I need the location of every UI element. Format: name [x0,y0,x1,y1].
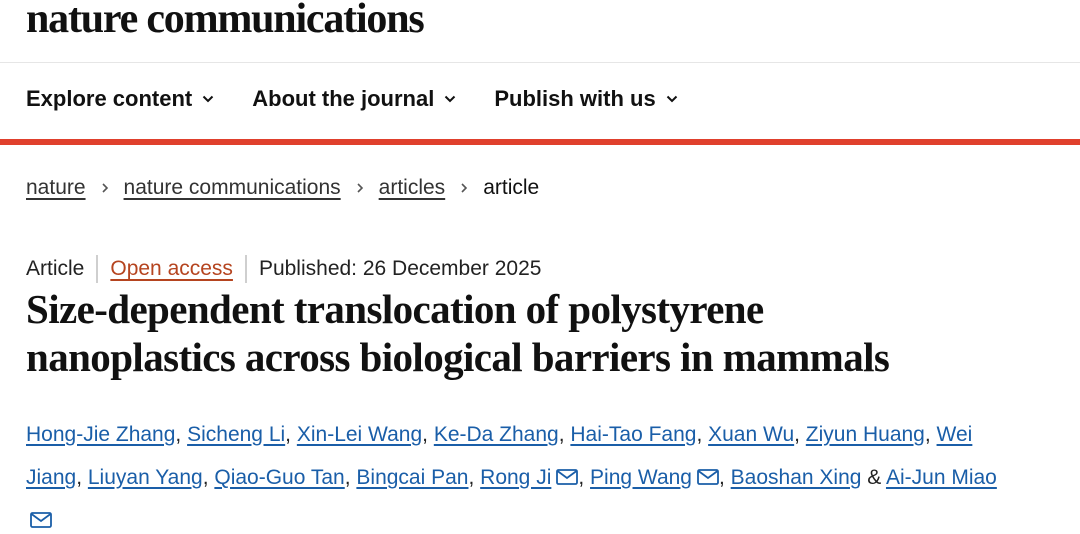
author-separator: , [696,423,709,446]
open-access-link[interactable]: Open access [110,257,233,281]
accent-rule [0,139,1080,145]
breadcrumb: nature nature communications articles ar… [26,176,539,200]
chevron-down-icon [666,95,677,103]
nav-explore-content[interactable]: Explore content [26,86,214,112]
nav-about-journal[interactable]: About the journal [252,86,456,112]
author-separator: , [175,423,188,446]
article-type: Article [26,257,85,280]
author-link[interactable]: Hai-Tao Fang [570,423,696,446]
envelope-icon[interactable] [556,469,579,485]
author-separator: , [718,466,731,489]
author-separator: , [794,423,806,446]
author-link[interactable]: Rong Ji [480,466,551,489]
author-separator: , [468,466,481,489]
author-separator: , [578,466,591,489]
header: nature communications [26,0,425,62]
nav-label: Explore content [26,86,193,111]
article-meta: Article Open access Published: 26 Decemb… [26,255,541,283]
author-link[interactable]: Ai-Jun Miao [886,466,997,489]
header-divider [0,62,1080,63]
author-link[interactable]: Ping Wang [590,466,692,489]
breadcrumb-articles[interactable]: articles [379,176,446,200]
nav-publish-with-us[interactable]: Publish with us [494,86,677,112]
chevron-down-icon [203,95,214,103]
meta-divider [244,255,247,283]
author-list: Hong-Jie Zhang, Sicheng Li, Xin-Lei Wang… [26,413,1071,534]
author-link[interactable]: Hong-Jie Zhang [26,423,175,446]
author-link-wei[interactable]: Wei [937,423,973,446]
breadcrumb-nature-communications[interactable]: nature communications [124,176,341,200]
envelope-icon[interactable] [697,469,719,485]
breadcrumb-current: article [483,176,540,199]
author-link-jiang[interactable]: Jiang [26,466,76,489]
author-link[interactable]: Bingcai Pan [356,466,468,489]
author-separator: , [285,423,297,446]
author-link[interactable]: Ziyun Huang [806,423,925,446]
journal-logo[interactable]: nature communications [26,0,425,40]
chevron-right-icon [357,183,363,193]
title-line-1: Size-dependent translocation of polystyr… [26,286,764,332]
title-line-2: nanoplastics across biological barriers … [26,334,890,380]
author-separator: , [558,423,571,446]
breadcrumb-nature[interactable]: nature [26,176,86,200]
author-link[interactable]: Ke-Da Zhang [434,423,559,446]
article-title: Size-dependent translocation of polystyr… [26,285,1066,381]
author-link[interactable]: Xuan Wu [708,423,794,446]
nav-label: Publish with us [494,86,656,111]
author-link[interactable]: Sicheng Li [187,423,285,446]
author-separator: , [76,466,88,489]
published-date: Published: 26 December 2025 [258,257,542,280]
main-nav: Explore content About the journal Publis… [26,86,678,112]
nav-label: About the journal [252,86,435,111]
author-link[interactable]: Qiao-Guo Tan [214,466,344,489]
author-link[interactable]: Baoshan Xing [731,466,862,489]
author-separator: , [344,466,357,489]
chevron-down-icon [445,95,456,103]
author-link[interactable]: Xin-Lei Wang [297,423,422,446]
author-ampersand: & [861,466,886,489]
author-separator: , [924,423,937,446]
author-separator: , [422,423,434,446]
envelope-icon[interactable] [30,512,52,528]
chevron-right-icon [101,183,108,193]
chevron-right-icon [461,183,468,193]
author-link[interactable]: Liuyan Yang [88,466,203,489]
meta-divider [96,255,99,283]
author-separator: , [202,466,215,489]
